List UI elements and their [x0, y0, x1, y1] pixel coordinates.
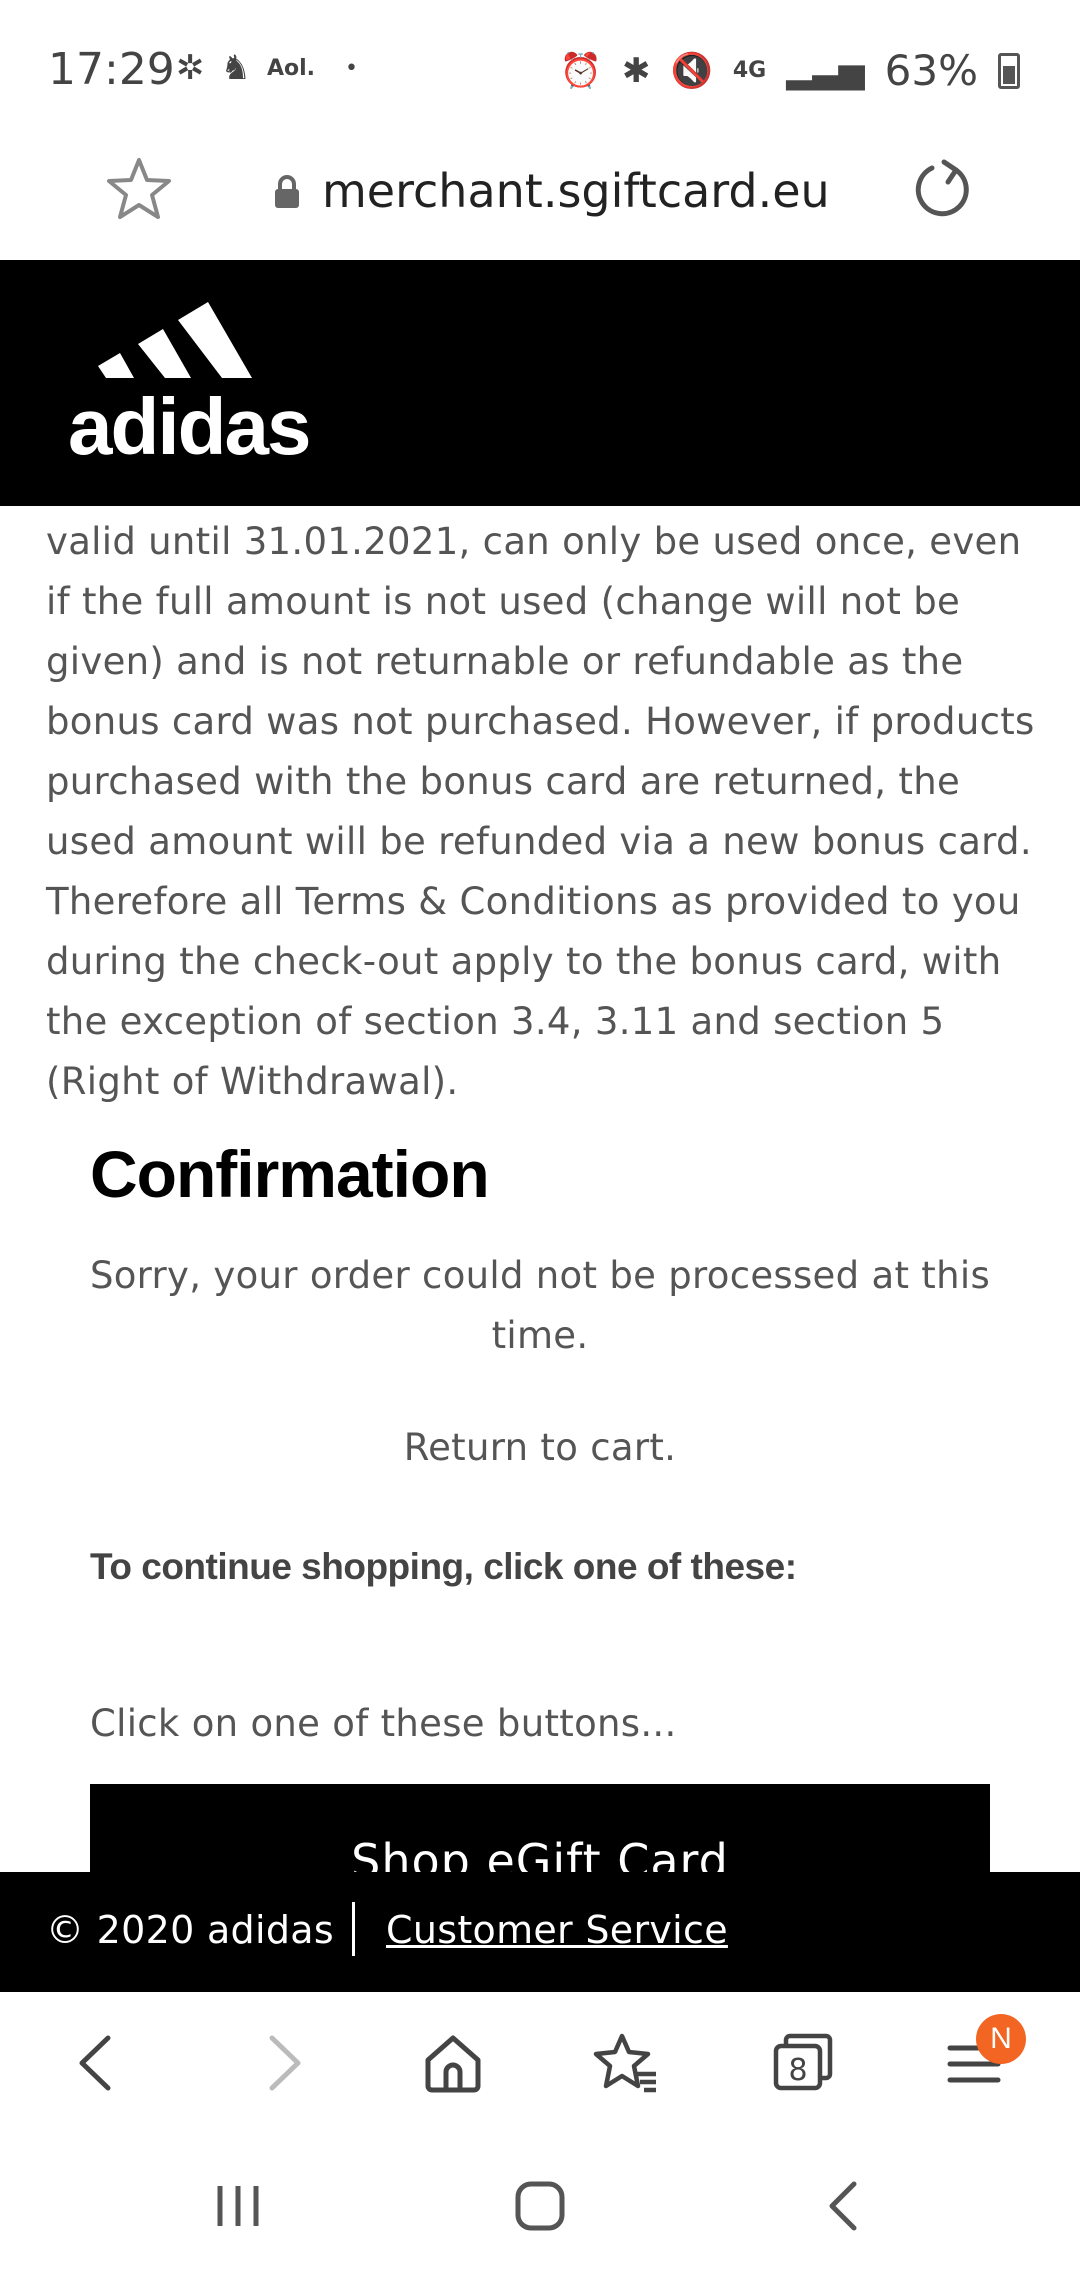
system-back-icon[interactable] [814, 2176, 874, 2236]
customer-service-link[interactable]: Customer Service [386, 1908, 728, 1952]
signal-icon: ▂▃▅ [786, 50, 865, 91]
home-circle-icon[interactable] [510, 2176, 570, 2236]
notification-icons: ✲ ♞ Aol. • [176, 48, 358, 88]
star-icon[interactable] [104, 154, 174, 224]
terms-text: valid until 31.01.2021, can only be used… [46, 520, 1035, 1103]
address-bar: merchant.sgiftcard.eu [0, 140, 1080, 260]
system-status-icons: ⏰ ✱ 🔇 4G ▂▃▅ 63% [560, 46, 1020, 95]
recent-apps-icon[interactable] [208, 2176, 268, 2236]
forward-icon[interactable] [246, 2028, 316, 2098]
browser-toolbar: 8 N [0, 1992, 1080, 2132]
system-navigation-bar [0, 2132, 1080, 2280]
aol-icon: Aol. [266, 55, 316, 81]
more-notifications-dot: • [345, 55, 359, 81]
battery-icon [998, 52, 1020, 89]
error-message: Sorry, your order could not be processed… [89, 1254, 991, 1357]
url-field[interactable]: merchant.sgiftcard.eu [322, 164, 830, 218]
site-header: adidas [0, 260, 1080, 506]
app-notification-icon: ♞ [220, 48, 251, 88]
bluetooth-icon: ✱ [621, 50, 651, 91]
footer-divider [352, 1902, 355, 1956]
reload-icon[interactable] [908, 154, 978, 224]
page-title: Confirmation [90, 1137, 490, 1211]
shop-egift-card-button[interactable]: Shop eGift Card [90, 1784, 990, 1884]
status-time: 17:29 [48, 44, 175, 95]
lock-icon [275, 175, 299, 208]
tabs-icon[interactable]: 8 [768, 2028, 838, 2098]
mute-icon: 🔇 [670, 50, 713, 91]
alarm-icon: ⏰ [559, 50, 602, 91]
continue-heading: To continue shopping, click one of these… [90, 1546, 797, 1587]
network-type: 4G [732, 58, 767, 83]
svg-text:8: 8 [788, 2053, 807, 2088]
status-bar: 17:29 ✲ ♞ Aol. • ⏰ ✱ 🔇 4G ▂▃▅ 63% [0, 0, 1080, 140]
svg-text:adidas: adidas [68, 382, 309, 471]
site-footer: © 2020 adidas Customer Service [0, 1872, 1080, 1992]
adidas-logo[interactable]: adidas [68, 296, 328, 476]
return-to-cart-link[interactable]: Return to cart. [0, 1426, 1080, 1469]
menu-badge: N [976, 2014, 1026, 2064]
fan-icon: ✲ [176, 48, 205, 88]
bookmarks-icon[interactable] [592, 2028, 662, 2098]
battery-percent: 63% [884, 46, 978, 95]
copyright: © 2020 adidas [46, 1908, 334, 1952]
home-icon[interactable] [418, 2028, 488, 2098]
back-icon[interactable] [64, 2028, 134, 2098]
instruction-text: Click on one of these buttons... [90, 1702, 677, 1745]
